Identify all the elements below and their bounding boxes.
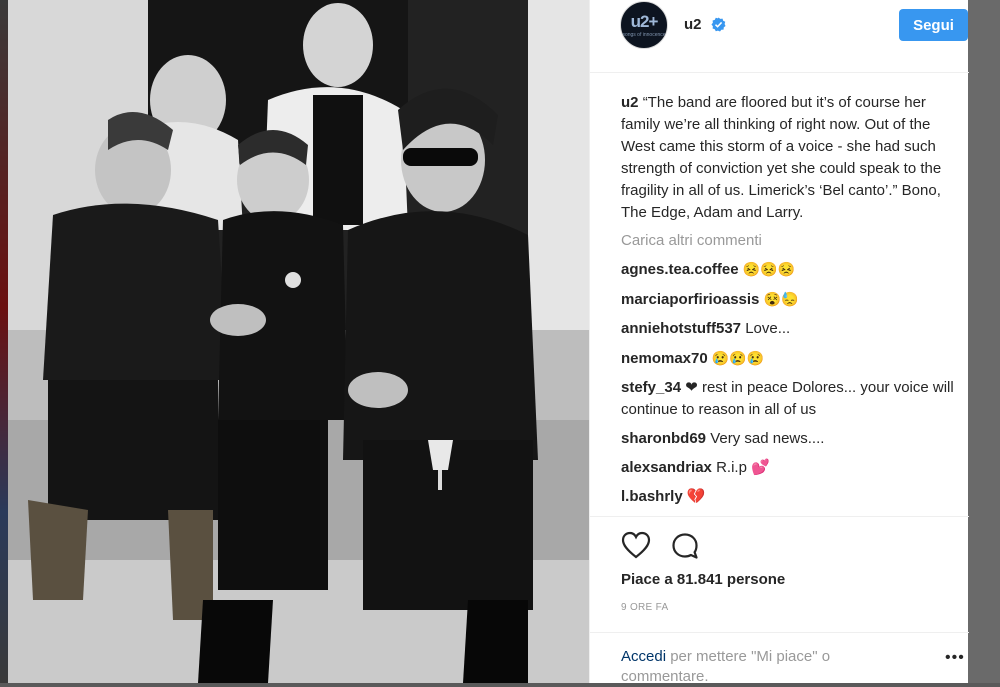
comment-username[interactable]: l.bashrly [621, 488, 683, 505]
avatar-logo-text: u2+ [630, 12, 659, 31]
more-options-icon[interactable]: ••• [945, 649, 965, 667]
post-actions: Piace a 81.841 persone 9 ORE FA [590, 516, 969, 636]
comment-bubble-icon[interactable] [671, 532, 699, 560]
comment-username[interactable]: sharonbd69 [621, 430, 706, 447]
comment-username[interactable]: agnes.tea.coffee [621, 261, 739, 278]
caption-text: “The band are floored but it’s of course… [621, 94, 942, 221]
comment-text: Love... [745, 320, 791, 337]
comment-item: alexsandriax R.i.p 💕 [621, 457, 959, 479]
comment-username[interactable]: marciaporfirioassis [621, 291, 759, 308]
comment-username[interactable]: anniehotstuff537 [621, 320, 741, 337]
comment-text: 😣😣😣 [742, 261, 796, 277]
comments-list[interactable]: u2 “The band are floored but it’s of cou… [621, 92, 959, 516]
login-prompt: Accedi per mettere "Mi piace" o commenta… [590, 632, 969, 685]
likes-count[interactable]: Piace a 81.841 persone [621, 571, 785, 588]
comment-text: 💔 [686, 488, 706, 505]
comment-username[interactable]: alexsandriax [621, 459, 712, 476]
comment-text: Very sad news.... [710, 430, 825, 447]
right-backdrop [968, 0, 1000, 683]
comment-text: 😵😓 [763, 291, 799, 307]
comment-username[interactable]: nemomax70 [621, 350, 708, 367]
avatar-logo-subtext: songs of innocence [622, 32, 666, 38]
post-side-panel: u2+ songs of innocence u2 Segui u2 “The … [589, 0, 969, 685]
load-more-comments-link[interactable]: Carica altri commenti [621, 230, 959, 252]
comment-text: R.i.p 💕 [716, 459, 770, 476]
comment-item: nemomax70 😢😢😢 [621, 347, 959, 370]
login-prompt-text: Accedi per mettere "Mi piace" o commenta… [621, 647, 901, 687]
comment-username[interactable]: stefy_34 [621, 379, 681, 396]
post-header: u2+ songs of innocence u2 Segui [590, 0, 969, 73]
comment-item: agnes.tea.coffee 😣😣😣 [621, 258, 959, 281]
post-timestamp[interactable]: 9 ORE FA [621, 602, 668, 613]
follow-button[interactable]: Segui [899, 9, 968, 41]
band-photo-image [8, 0, 589, 683]
comment-item: marciaporfirioassis 😵😓 [621, 288, 959, 311]
post-photo[interactable] [8, 0, 589, 683]
comment-text: 😢😢😢 [711, 350, 765, 366]
login-link[interactable]: Accedi [621, 648, 666, 665]
left-backdrop [0, 0, 8, 683]
avatar[interactable]: u2+ songs of innocence [620, 1, 668, 49]
comment-item: l.bashrly 💔 [621, 486, 959, 508]
verified-badge-icon [711, 17, 726, 32]
caption-username[interactable]: u2 [621, 94, 639, 111]
heart-icon[interactable] [621, 531, 651, 559]
post-caption: u2 “The band are floored but it’s of cou… [621, 92, 959, 224]
comment-item: stefy_34 ❤ rest in peace Dolores... your… [621, 377, 959, 421]
comment-item: anniehotstuff537 Love... [621, 318, 959, 340]
comment-item: sharonbd69 Very sad news.... [621, 428, 959, 450]
author-username[interactable]: u2 [684, 16, 702, 33]
